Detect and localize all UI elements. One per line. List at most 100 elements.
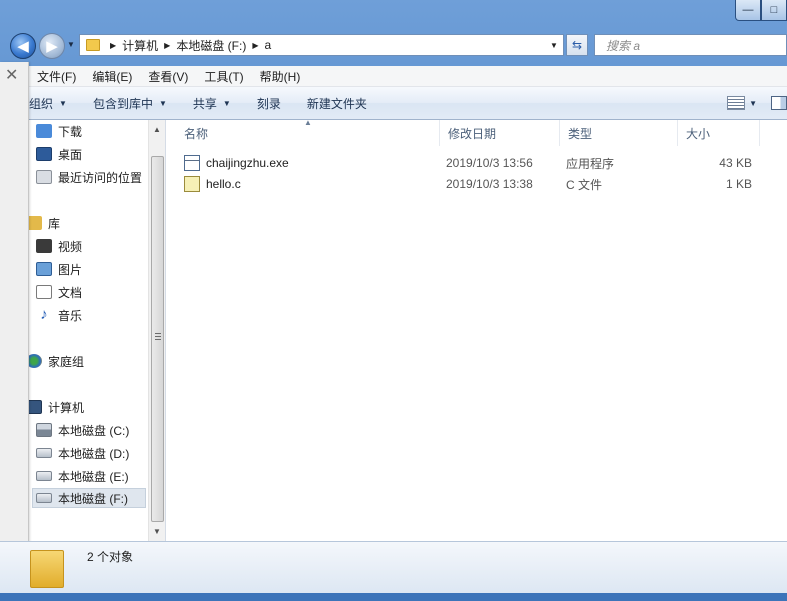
nav-item-drive-c[interactable]: 本地磁盘 (C:): [36, 420, 129, 440]
nav-scrollbar[interactable]: ▲ ▼: [148, 120, 165, 541]
nav-item-downloads[interactable]: 下载: [36, 121, 82, 141]
nav-item-libraries[interactable]: 库: [26, 213, 60, 233]
file-modified: 2019/10/3 13:56: [446, 156, 533, 170]
file-name-cell: hello.c: [184, 174, 241, 194]
command-bar: 组织 ▼ 包含到库中 ▼ 共享 ▼ 刻录 新建文件夹 ▼: [0, 87, 787, 120]
chevron-down-icon: ▼: [158, 98, 167, 108]
nav-label: 本地磁盘 (F:): [58, 491, 128, 506]
forward-button[interactable]: ▶: [39, 33, 65, 59]
video-icon: [36, 239, 52, 253]
breadcrumb-folder-a[interactable]: a: [264, 38, 271, 52]
nav-item-drive-e[interactable]: 本地磁盘 (E:): [36, 466, 129, 486]
menu-help[interactable]: 帮助(H): [252, 68, 309, 85]
nav-label: 下载: [58, 124, 83, 139]
address-bar[interactable]: ▶ 计算机 ▶ 本地磁盘 (F:) ▶ a ▼: [79, 34, 564, 56]
file-size: 43 KB: [719, 156, 752, 170]
file-size: 1 KB: [725, 177, 752, 191]
file-name-cell: chaijingzhu.exe: [184, 153, 289, 173]
sort-ascending-icon: ▲: [304, 118, 312, 127]
include-in-library-label: 包含到库中: [92, 96, 153, 111]
drive-icon: [36, 448, 52, 458]
menu-file[interactable]: 文件(F): [29, 68, 84, 85]
nav-label: 文档: [58, 285, 83, 300]
file-list: 名称 ▲ 修改日期 类型 大小 chaijingzhu.exe 2019/10/…: [166, 118, 787, 541]
breadcrumb-separator-icon[interactable]: ▶: [110, 41, 116, 50]
recent-places-icon: [36, 170, 52, 184]
file-type: C 文件: [566, 177, 603, 192]
nav-label: 音乐: [58, 308, 83, 323]
column-type[interactable]: 类型: [560, 120, 678, 146]
picture-icon: [36, 262, 52, 276]
nav-item-videos[interactable]: 视频: [36, 236, 82, 256]
status-bar: 2 个对象: [0, 541, 787, 593]
file-row[interactable]: hello.c 2019/10/3 13:38 C 文件 1 KB: [184, 174, 784, 194]
back-button[interactable]: ◀: [10, 33, 36, 59]
nav-label: 库: [48, 216, 61, 231]
document-icon: [36, 285, 52, 299]
scroll-down-icon[interactable]: ▼: [149, 523, 165, 539]
c-file-icon: [184, 176, 200, 192]
nav-item-recent-places[interactable]: 最近访问的位置: [36, 167, 142, 187]
view-options-dropdown-icon[interactable]: ▼: [749, 99, 757, 108]
file-name: chaijingzhu.exe: [206, 156, 289, 170]
nav-item-homegroup[interactable]: 家庭组: [26, 351, 84, 371]
scrollbar-thumb[interactable]: [151, 156, 164, 522]
nav-label: 本地磁盘 (C:): [58, 423, 130, 438]
column-modified[interactable]: 修改日期: [440, 120, 560, 146]
folder-icon: [86, 39, 100, 51]
download-icon: [36, 124, 52, 138]
explorer-window: — □ ◀ ▶ ▼ ▶ 计算机 ▶ 本地磁盘 (F:) ▶ a ▼ ⇆ 搜索 a…: [0, 0, 787, 601]
chevron-down-icon: ▼: [59, 98, 67, 108]
address-dropdown-icon[interactable]: ▼: [545, 41, 563, 50]
breadcrumb-separator-icon[interactable]: ▶: [252, 41, 258, 50]
nav-item-drive-d[interactable]: 本地磁盘 (D:): [36, 443, 129, 463]
drive-icon: [36, 493, 52, 503]
music-icon: ♪: [40, 306, 48, 323]
nav-label: 家庭组: [48, 354, 85, 369]
file-row[interactable]: chaijingzhu.exe 2019/10/3 13:56 应用程序 43 …: [184, 153, 784, 173]
address-row: ◀ ▶ ▼ ▶ 计算机 ▶ 本地磁盘 (F:) ▶ a ▼ ⇆ 搜索 a: [0, 28, 787, 64]
column-header: 名称 ▲ 修改日期 类型 大小: [166, 118, 787, 146]
menu-view[interactable]: 查看(V): [140, 68, 196, 85]
side-overlay-panel: ✕: [0, 62, 29, 552]
menu-tools[interactable]: 工具(T): [196, 68, 251, 85]
column-size[interactable]: 大小: [678, 120, 760, 146]
organize-label: 组织: [29, 96, 54, 111]
file-type: 应用程序: [566, 156, 615, 171]
nav-item-desktop[interactable]: 桌面: [36, 144, 82, 164]
close-icon[interactable]: ✕: [5, 68, 18, 84]
nav-label: 图片: [58, 262, 83, 277]
breadcrumb-computer[interactable]: 计算机: [122, 37, 158, 54]
nav-label: 视频: [58, 239, 83, 254]
exe-icon: [184, 155, 200, 171]
maximize-button[interactable]: □: [761, 0, 787, 21]
nav-item-documents[interactable]: 文档: [36, 282, 82, 302]
breadcrumb-drive-f[interactable]: 本地磁盘 (F:): [176, 37, 246, 54]
share-button[interactable]: 共享 ▼: [180, 95, 244, 112]
menu-edit[interactable]: 编辑(E): [84, 68, 140, 85]
nav-item-computer[interactable]: 计算机: [26, 397, 84, 417]
minimize-button[interactable]: —: [735, 0, 761, 21]
folder-icon: [30, 550, 64, 588]
item-count: 2 个对象: [87, 550, 134, 564]
recent-pages-dropdown[interactable]: ▼: [67, 40, 75, 49]
nav-label: 桌面: [58, 147, 83, 162]
preview-pane-icon[interactable]: [771, 96, 787, 110]
breadcrumb-separator-icon[interactable]: ▶: [164, 41, 170, 50]
refresh-button[interactable]: ⇆: [566, 34, 588, 56]
drive-icon: [36, 471, 52, 481]
chevron-down-icon: ▼: [222, 98, 231, 108]
nav-item-music[interactable]: ♪ 音乐: [36, 305, 82, 325]
menu-bar: 文件(F) 编辑(E) 查看(V) 工具(T) 帮助(H): [0, 66, 787, 87]
include-in-library-button[interactable]: 包含到库中 ▼: [80, 95, 180, 112]
scroll-up-icon[interactable]: ▲: [149, 121, 165, 137]
nav-item-drive-f[interactable]: 本地磁盘 (F:): [32, 488, 146, 508]
file-modified: 2019/10/3 13:38: [446, 177, 533, 191]
new-folder-button[interactable]: 新建文件夹: [294, 95, 380, 112]
view-options-icon[interactable]: [727, 96, 746, 110]
nav-item-pictures[interactable]: 图片: [36, 259, 82, 279]
burn-button[interactable]: 刻录: [244, 95, 294, 112]
window-bottom-border: [0, 593, 787, 601]
search-input[interactable]: 搜索 a: [594, 34, 787, 56]
system-drive-icon: [36, 423, 52, 437]
